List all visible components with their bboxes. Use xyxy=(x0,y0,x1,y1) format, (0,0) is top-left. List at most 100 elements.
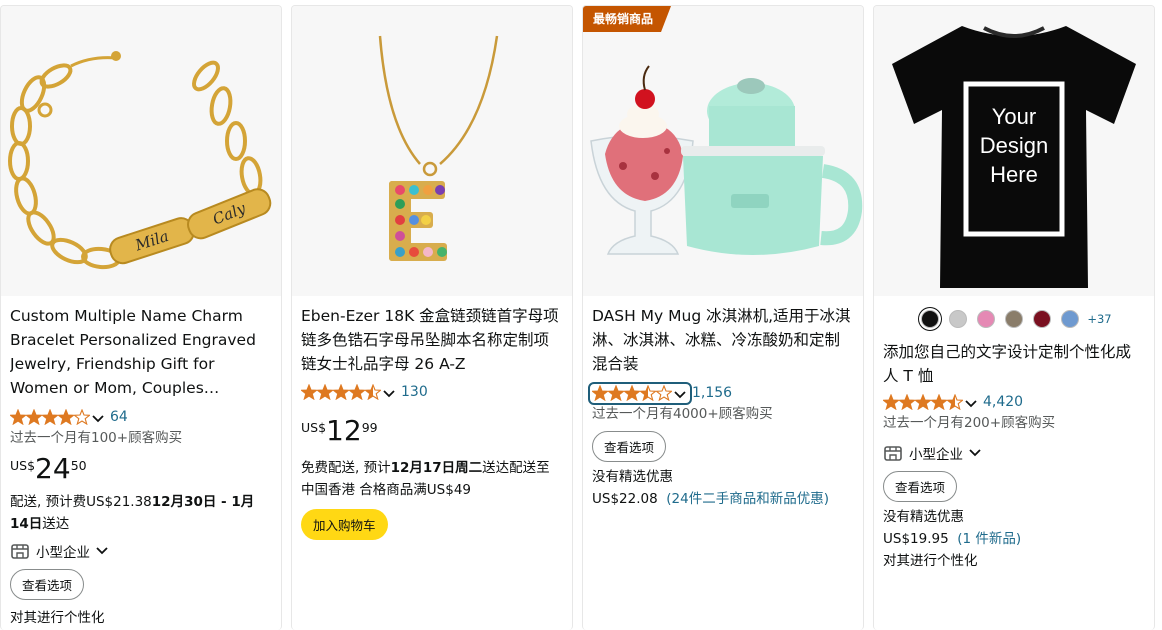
offers: 没有精选优惠 US$22.08 (24件二手商品和新品优惠) xyxy=(592,466,854,510)
price: US$ 24 50 xyxy=(10,451,272,491)
delivery-prefix: 免费配送, 预计 xyxy=(301,460,391,476)
chevron-down-icon xyxy=(383,383,395,402)
rating[interactable]: 130 xyxy=(301,381,563,403)
bought-text: 过去一个月有4000+顾客购买 xyxy=(592,406,773,422)
star-icon xyxy=(10,409,26,425)
rating-count[interactable]: 130 xyxy=(401,384,428,400)
star-icon xyxy=(317,384,333,400)
small-business[interactable]: 小型企业 xyxy=(883,441,1145,465)
color-swatch[interactable] xyxy=(1005,310,1024,328)
small-business-label: 小型企业 xyxy=(36,545,90,561)
product-title[interactable]: DASH My Mug 冰淇淋机,适用于冰淇淋、冰淇淋、冰糕、冷冻酸奶和定制混合… xyxy=(592,307,851,373)
chevron-down-icon xyxy=(674,384,686,403)
tshirt-image: Your Design Here xyxy=(892,26,1136,288)
price-whole: 24 xyxy=(35,452,71,485)
product-card[interactable]: Your Design Here +37 添加您自己的文字设计定制个性化成人 T… xyxy=(873,5,1155,630)
product-image[interactable]: Your Design Here xyxy=(874,6,1154,296)
color-swatches: +37 xyxy=(883,308,1145,330)
star-icon xyxy=(883,394,899,410)
price-currency: US$ xyxy=(301,420,327,435)
offers: 没有精选优惠 US$19.95 (1 件新品) 对其进行个性化 xyxy=(883,506,1145,572)
see-options-button[interactable]: 查看选项 xyxy=(592,431,667,462)
personalize-text: 对其进行个性化 xyxy=(10,610,105,626)
product-card[interactable]: Eben-Ezer 18K 金盒链颈链首字母项链多色锆石字母吊坠脚本名称定制项链… xyxy=(291,5,573,630)
star-icon xyxy=(365,384,381,400)
see-options-button[interactable]: 查看选项 xyxy=(10,569,85,600)
product-title[interactable]: Eben-Ezer 18K 金盒链颈链首字母项链多色锆石字母吊坠脚本名称定制项链… xyxy=(301,307,559,373)
price-currency: US$ xyxy=(10,458,36,473)
color-swatch[interactable] xyxy=(1033,310,1052,328)
price: US$ 12 99 xyxy=(301,413,563,453)
rating[interactable]: 1,156 xyxy=(588,381,854,405)
bracelet-image: Mila Caly xyxy=(8,51,272,270)
color-swatch[interactable] xyxy=(1061,310,1080,328)
rating-count[interactable]: 1,156 xyxy=(692,385,732,401)
rating-focus[interactable] xyxy=(588,381,692,405)
bought-text: 过去一个月有100+顾客购买 xyxy=(10,430,183,446)
necklace-image xyxy=(378,35,499,261)
ice-cream-maker-image xyxy=(590,65,863,255)
star-icon xyxy=(608,385,624,401)
star-rating xyxy=(301,384,381,400)
star-rating xyxy=(10,409,90,425)
see-options-button[interactable]: 查看选项 xyxy=(883,471,958,502)
star-icon xyxy=(42,409,58,425)
star-icon xyxy=(947,394,963,410)
star-icon xyxy=(301,384,317,400)
no-featured-offers: 没有精选优惠 xyxy=(592,469,673,485)
star-icon xyxy=(58,409,74,425)
rating[interactable]: 64 xyxy=(10,406,272,428)
bought-text: 过去一个月有200+顾客购买 xyxy=(883,415,1056,431)
chevron-down-icon xyxy=(965,393,977,412)
small-business[interactable]: 小型企业 xyxy=(10,539,272,563)
chevron-down-icon xyxy=(96,543,114,559)
star-icon xyxy=(592,385,608,401)
star-icon xyxy=(931,394,947,410)
tshirt-text-2: Design xyxy=(980,133,1048,158)
color-swatch[interactable] xyxy=(977,310,996,328)
rating-count[interactable]: 4,420 xyxy=(983,394,1023,410)
color-swatch[interactable] xyxy=(949,310,968,328)
star-rating xyxy=(592,385,672,401)
no-featured-offers: 没有精选优惠 xyxy=(883,509,964,525)
product-title[interactable]: Custom Multiple Name Charm Bracelet Pers… xyxy=(10,304,272,400)
delivery-info: 免费配送, 预计12月17日周二送达配送至中国香港 合格商品满US$49 xyxy=(301,457,563,501)
small-business-label: 小型企业 xyxy=(909,447,963,463)
used-offers-link[interactable]: (24件二手商品和新品优惠) xyxy=(666,491,829,507)
star-icon xyxy=(899,394,915,410)
product-title[interactable]: 添加您自己的文字设计定制个性化成人 T 恤 xyxy=(883,343,1131,385)
product-image[interactable] xyxy=(292,6,572,296)
used-price: US$19.95 xyxy=(883,531,949,547)
new-offers-link[interactable]: (1 件新品) xyxy=(957,531,1021,547)
tshirt-text-1: Your xyxy=(992,104,1036,129)
product-image[interactable] xyxy=(583,6,863,296)
product-card[interactable]: 最畅销商品 DASH My Mug 冰淇淋机,适用于冰淇淋、冰淇淋、冰糕、冷冻酸… xyxy=(582,5,864,630)
product-card[interactable]: Mila Caly Custom Multiple Name Charm Bra… xyxy=(0,5,282,630)
star-icon xyxy=(26,409,42,425)
price-fraction: 50 xyxy=(70,458,87,473)
chevron-down-icon xyxy=(969,445,987,461)
star-rating xyxy=(883,394,963,410)
store-icon xyxy=(11,544,29,559)
delivery-info: 配送, 预计费US$21.3812月30日 - 1月14日送达 xyxy=(10,491,272,535)
rating-count[interactable]: 64 xyxy=(110,409,128,425)
rating[interactable]: 4,420 xyxy=(883,391,1145,413)
more-colors-link[interactable]: +37 xyxy=(1087,312,1111,326)
star-icon xyxy=(640,385,656,401)
best-seller-badge: 最畅销商品 xyxy=(583,6,671,32)
price-whole: 12 xyxy=(326,414,362,447)
color-swatch[interactable] xyxy=(921,310,940,328)
star-icon xyxy=(349,384,365,400)
product-image[interactable]: Mila Caly xyxy=(1,6,281,296)
star-icon xyxy=(333,384,349,400)
chevron-down-icon xyxy=(92,408,104,427)
used-price: US$22.08 xyxy=(592,491,658,507)
star-icon xyxy=(624,385,640,401)
personalize-text: 对其进行个性化 xyxy=(883,553,978,569)
delivery-suffix: 送达 xyxy=(42,516,70,532)
delivery-date: 12月17日周二 xyxy=(390,460,483,476)
star-icon xyxy=(915,394,931,410)
tshirt-text-3: Here xyxy=(990,162,1038,187)
store-icon xyxy=(884,446,902,461)
add-to-cart-button[interactable]: 加入购物车 xyxy=(301,509,388,540)
